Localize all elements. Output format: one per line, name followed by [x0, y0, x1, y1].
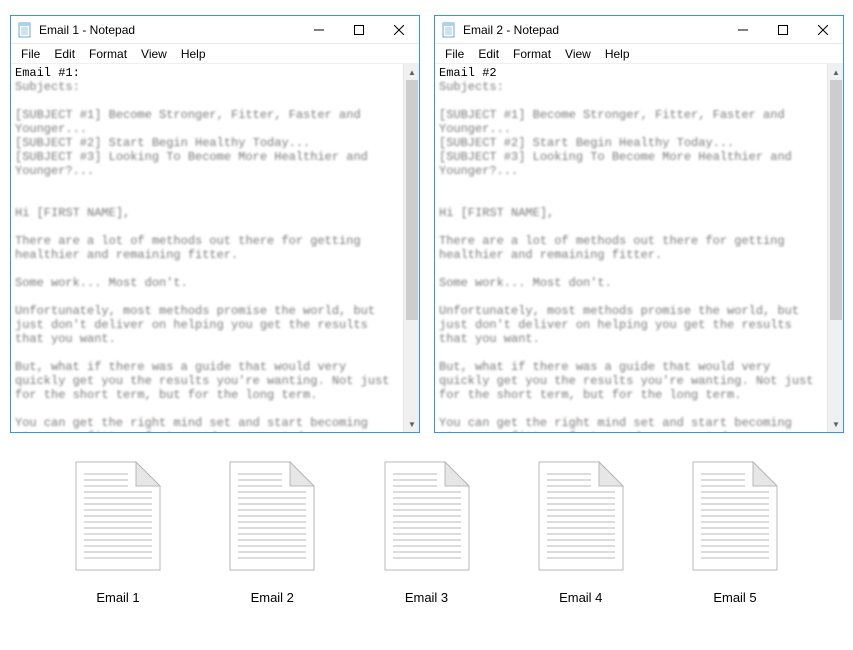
close-button[interactable] — [803, 16, 843, 44]
window-title: Email 1 - Notepad — [39, 23, 299, 37]
notepad-window-1: Email 1 - Notepad File Edit Format View … — [10, 15, 420, 433]
text-file-icon — [687, 460, 783, 572]
file-label: Email 4 — [559, 590, 602, 605]
text-file-icon — [224, 460, 320, 572]
editor-body: Subjects: [SUBJECT #1] Become Stronger, … — [439, 80, 821, 432]
titlebar[interactable]: Email 2 - Notepad — [435, 16, 843, 44]
text-editor[interactable]: Email #1: Subjects: [SUBJECT #1] Become … — [11, 64, 403, 432]
notepad-icon — [17, 22, 33, 38]
menu-file[interactable]: File — [439, 46, 470, 62]
text-file-icon — [379, 460, 475, 572]
menu-edit[interactable]: Edit — [48, 46, 81, 62]
notepad-icon — [441, 22, 457, 38]
menubar: File Edit Format View Help — [11, 44, 419, 64]
minimize-button[interactable] — [723, 16, 763, 44]
editor-body: Subjects: [SUBJECT #1] Become Stronger, … — [15, 80, 397, 432]
scroll-up-arrow-icon[interactable]: ▲ — [828, 64, 843, 80]
file-label: Email 3 — [405, 590, 448, 605]
scroll-down-arrow-icon[interactable]: ▼ — [828, 416, 843, 432]
file-label: Email 2 — [251, 590, 294, 605]
close-button[interactable] — [379, 16, 419, 44]
menubar: File Edit Format View Help — [435, 44, 843, 64]
menu-format[interactable]: Format — [507, 46, 557, 62]
files-row: Email 1 Email 2 — [48, 460, 805, 605]
notepad-window-2: Email 2 - Notepad File Edit Format View … — [434, 15, 844, 433]
text-file-icon — [533, 460, 629, 572]
menu-format[interactable]: Format — [83, 46, 133, 62]
menu-edit[interactable]: Edit — [472, 46, 505, 62]
window-title: Email 2 - Notepad — [463, 23, 723, 37]
menu-view[interactable]: View — [559, 46, 597, 62]
file-item-email-1[interactable]: Email 1 — [48, 460, 188, 605]
text-file-icon — [70, 460, 166, 572]
menu-file[interactable]: File — [15, 46, 46, 62]
file-item-email-4[interactable]: Email 4 — [511, 460, 651, 605]
editor-area: Email #1: Subjects: [SUBJECT #1] Become … — [11, 64, 419, 432]
vertical-scrollbar[interactable]: ▲ ▼ — [403, 64, 419, 432]
file-label: Email 1 — [96, 590, 139, 605]
file-label: Email 5 — [713, 590, 756, 605]
file-item-email-5[interactable]: Email 5 — [665, 460, 805, 605]
minimize-button[interactable] — [299, 16, 339, 44]
editor-first-line: Email #1: — [15, 66, 80, 80]
text-editor[interactable]: Email #2 Subjects: [SUBJECT #1] Become S… — [435, 64, 827, 432]
file-item-email-2[interactable]: Email 2 — [202, 460, 342, 605]
titlebar[interactable]: Email 1 - Notepad — [11, 16, 419, 44]
editor-area: Email #2 Subjects: [SUBJECT #1] Become S… — [435, 64, 843, 432]
vertical-scrollbar[interactable]: ▲ ▼ — [827, 64, 843, 432]
menu-help[interactable]: Help — [175, 46, 212, 62]
scrollbar-thumb[interactable] — [406, 80, 418, 320]
window-controls — [723, 16, 843, 43]
file-item-email-3[interactable]: Email 3 — [357, 460, 497, 605]
maximize-button[interactable] — [339, 16, 379, 44]
editor-first-line: Email #2 — [439, 66, 497, 80]
scroll-down-arrow-icon[interactable]: ▼ — [404, 416, 419, 432]
scrollbar-thumb[interactable] — [830, 80, 842, 320]
menu-help[interactable]: Help — [599, 46, 636, 62]
scroll-up-arrow-icon[interactable]: ▲ — [404, 64, 419, 80]
window-controls — [299, 16, 419, 43]
menu-view[interactable]: View — [135, 46, 173, 62]
maximize-button[interactable] — [763, 16, 803, 44]
